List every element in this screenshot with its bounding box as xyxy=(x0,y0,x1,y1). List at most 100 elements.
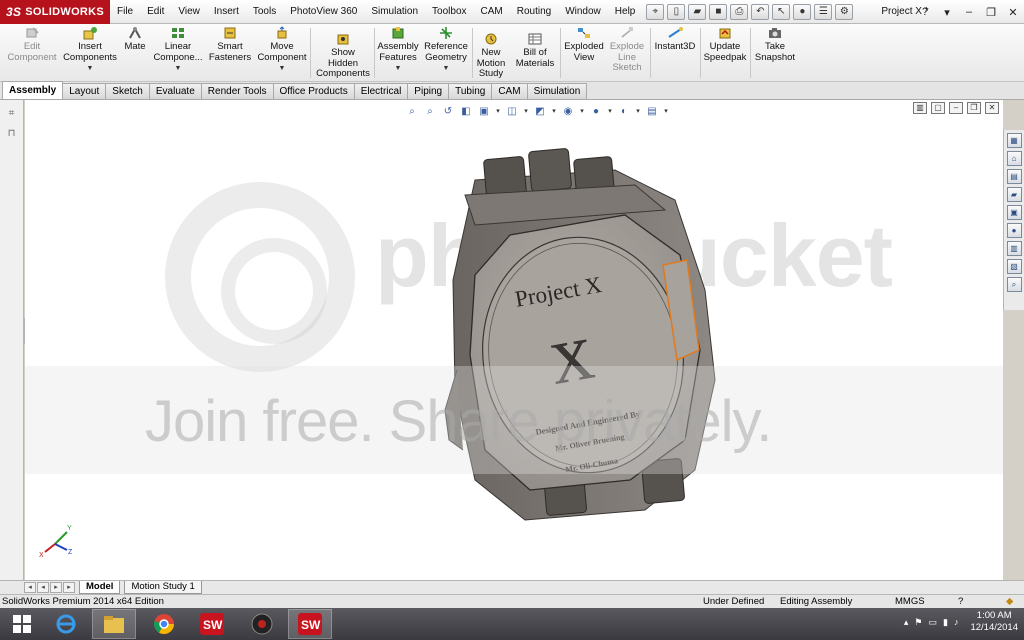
help-dropdown-icon[interactable]: ▾ xyxy=(936,0,958,24)
taskbar-solidworks-2[interactable]: SW xyxy=(288,609,332,639)
print-icon[interactable]: ⎙ xyxy=(730,3,749,20)
new-motion-study-button[interactable]: New Motion Study xyxy=(474,32,508,80)
taskbar-solidworks-1[interactable]: SW xyxy=(190,609,234,639)
chevron-down-icon[interactable]: ▼ xyxy=(254,64,310,75)
hide-show-items-icon[interactable]: ◉ xyxy=(561,104,575,118)
solidworks-logo[interactable]: 3S SOLIDWORKS xyxy=(0,0,110,24)
menu-simulation[interactable]: Simulation xyxy=(364,0,425,24)
menu-file[interactable]: File xyxy=(110,0,140,24)
units-selector[interactable]: MMGS xyxy=(895,595,925,608)
chevron-down-icon[interactable]: ▾ xyxy=(495,104,501,118)
options-icon[interactable]: ⚙ xyxy=(835,3,854,20)
volume-icon[interactable]: ♪ xyxy=(954,617,959,627)
taskbar-file-explorer[interactable] xyxy=(92,609,136,639)
menu-tools[interactable]: Tools xyxy=(246,0,283,24)
chevron-down-icon[interactable]: ▾ xyxy=(551,104,557,118)
menu-toolbox[interactable]: Toolbox xyxy=(425,0,473,24)
tab-evaluate[interactable]: Evaluate xyxy=(148,83,202,99)
status-help-icon[interactable]: ? xyxy=(958,595,963,608)
feature-tree-icon[interactable]: ⌗ xyxy=(5,108,19,120)
linear-component-pattern-button[interactable]: Linear Compone... ▼ xyxy=(150,26,206,75)
tab-assembly[interactable]: Assembly xyxy=(2,81,64,99)
dynamic-annotation-icon[interactable]: ▣ xyxy=(477,104,491,118)
appearances-icon[interactable]: ● xyxy=(1006,223,1022,238)
custom-properties-icon[interactable]: ▥ xyxy=(1006,241,1022,256)
display-icon[interactable]: ▭ xyxy=(928,617,937,628)
edit-appearance-icon[interactable]: ● xyxy=(589,104,603,118)
rebuild-indicator-icon[interactable]: ◆ xyxy=(1006,595,1013,608)
search-icon[interactable]: ⌕ xyxy=(1006,277,1022,292)
section-view-icon[interactable]: ◧ xyxy=(459,104,473,118)
next-tab-icon[interactable]: ▸ xyxy=(50,582,62,593)
last-tab-icon[interactable]: ▸ xyxy=(63,582,75,593)
menu-photoview[interactable]: PhotoView 360 xyxy=(283,0,364,24)
apply-scene-icon[interactable]: ◐ xyxy=(617,104,631,118)
restore-button[interactable]: ❐ xyxy=(980,0,1002,24)
tab-electrical[interactable]: Electrical xyxy=(353,83,409,99)
menu-window[interactable]: Window xyxy=(558,0,608,24)
taskbar-chrome[interactable] xyxy=(142,609,186,639)
explode-line-sketch-button[interactable]: Explode Line Sketch xyxy=(606,26,648,74)
start-button[interactable] xyxy=(0,609,44,639)
menu-routing[interactable]: Routing xyxy=(510,0,558,24)
mate-button[interactable]: Mate xyxy=(120,26,150,53)
view-settings-icon[interactable]: ▤ xyxy=(645,104,659,118)
chevron-down-icon[interactable]: ▼ xyxy=(422,64,470,75)
folder-icon[interactable]: ▰ xyxy=(1006,187,1022,202)
tab-office-products[interactable]: Office Products xyxy=(272,83,355,99)
clock[interactable]: 1:00 AM 12/14/2014 xyxy=(970,610,1018,634)
take-snapshot-button[interactable]: Take Snapshot xyxy=(752,26,798,63)
help-icon[interactable]: ? xyxy=(914,0,936,24)
reference-geometry-button[interactable]: Reference Geometry ▼ xyxy=(422,26,470,75)
solidworks-resources-icon[interactable]: ▦ xyxy=(1006,133,1022,148)
prev-tab-icon[interactable]: ◂ xyxy=(37,582,49,593)
rebuild-icon[interactable]: ● xyxy=(793,3,812,20)
chevron-down-icon[interactable]: ▾ xyxy=(523,104,529,118)
chevron-down-icon[interactable]: ▾ xyxy=(663,104,669,118)
menu-cam[interactable]: CAM xyxy=(474,0,510,24)
insert-components-button[interactable]: Insert Components ▼ xyxy=(62,26,118,75)
file-properties-icon[interactable]: ☰ xyxy=(814,3,833,20)
instant3d-button[interactable]: Instant3D xyxy=(652,26,698,53)
viewport-restore-button[interactable]: ❐ xyxy=(967,102,981,114)
undo-icon[interactable]: ↶ xyxy=(751,3,770,20)
tab-layout[interactable]: Layout xyxy=(62,83,107,99)
taskbar-internet-explorer[interactable] xyxy=(44,609,88,639)
select-cursor-icon[interactable]: ↖ xyxy=(772,3,791,20)
forum-icon[interactable]: ▧ xyxy=(1006,259,1022,274)
show-hidden-icons-icon[interactable]: ▴ xyxy=(904,617,909,628)
tab-piping[interactable]: Piping xyxy=(407,83,450,99)
edit-component-button[interactable]: Edit Component xyxy=(6,26,58,63)
taskbar-app-dark[interactable] xyxy=(240,609,284,639)
menu-view[interactable]: View xyxy=(171,0,207,24)
first-tab-icon[interactable]: ◂ xyxy=(24,582,36,593)
tab-sketch[interactable]: Sketch xyxy=(105,83,150,99)
zoom-to-fit-icon[interactable]: ⌕ xyxy=(405,104,419,118)
chevron-down-icon[interactable]: ▾ xyxy=(635,104,641,118)
new-document-icon[interactable]: ▯ xyxy=(667,3,686,20)
chevron-down-icon[interactable]: ▾ xyxy=(607,104,613,118)
view-orientation-icon[interactable]: ◫ xyxy=(505,104,519,118)
view-palette-icon[interactable]: ▣ xyxy=(1006,205,1022,220)
tab-cam[interactable]: CAM xyxy=(491,83,528,99)
close-button[interactable]: ✕ xyxy=(1002,0,1024,24)
pin-icon[interactable]: ⌖ xyxy=(646,3,665,20)
save-icon[interactable]: ■ xyxy=(709,3,728,20)
update-speedpak-button[interactable]: Update Speedpak xyxy=(702,26,748,63)
minimize-button[interactable]: – xyxy=(958,0,980,24)
move-component-button[interactable]: Move Component ▼ xyxy=(254,26,310,75)
chevron-down-icon[interactable]: ▼ xyxy=(376,64,420,75)
graphics-area[interactable]: photobucket xyxy=(25,100,1003,580)
menu-insert[interactable]: Insert xyxy=(207,0,246,24)
tab-motion-study[interactable]: Motion Study 1 xyxy=(124,581,202,594)
bill-of-materials-button[interactable]: Bill of Materials xyxy=(512,32,558,69)
menu-edit[interactable]: Edit xyxy=(140,0,171,24)
previous-view-icon[interactable]: ↺ xyxy=(441,104,455,118)
action-center-icon[interactable]: ⚑ xyxy=(914,617,922,628)
assembly-model[interactable]: Project X X Designed And Engineered By M… xyxy=(415,140,745,540)
tab-model[interactable]: Model xyxy=(79,581,121,594)
viewport-close-button[interactable]: ✕ xyxy=(985,102,999,114)
tab-tubing[interactable]: Tubing xyxy=(448,83,493,99)
property-manager-icon[interactable]: ⊓ xyxy=(5,128,19,140)
smart-fasteners-button[interactable]: Smart Fasteners xyxy=(206,26,254,63)
